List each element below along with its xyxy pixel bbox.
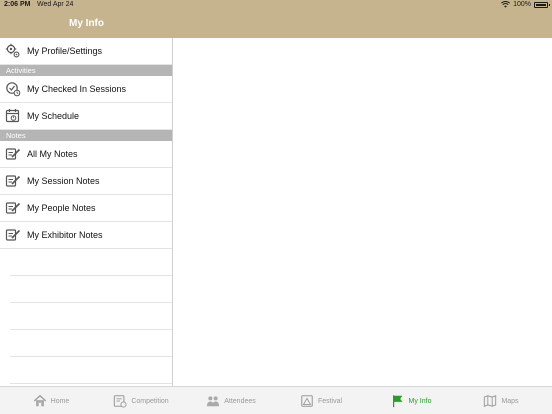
note-edit-icon <box>5 148 21 160</box>
tab-label: Festival <box>317 397 343 405</box>
home-icon <box>33 394 46 407</box>
festival-icon <box>301 395 313 407</box>
note-edit-icon <box>5 202 21 214</box>
battery-icon <box>534 1 550 8</box>
tab-festival[interactable]: Festival <box>276 387 366 414</box>
settings-gears-icon <box>5 43 20 58</box>
tab-label: Competition <box>131 397 169 405</box>
empty-row <box>10 249 172 276</box>
empty-row <box>10 357 172 384</box>
page-title: My Info <box>69 18 104 29</box>
flag-icon <box>392 395 402 408</box>
people-icon <box>207 396 220 407</box>
sidebar-item-label: My People Notes <box>27 203 96 213</box>
tab-my-info[interactable]: My Info <box>366 387 456 414</box>
tab-label: Home <box>50 397 70 405</box>
sidebar-item-profile-settings[interactable]: My Profile/Settings <box>0 38 172 65</box>
competition-icon <box>114 395 127 408</box>
sidebar-item-checked-in-sessions[interactable]: My Checked In Sessions <box>0 76 172 103</box>
status-right: 100% <box>501 1 550 8</box>
sidebar-item-label: My Schedule <box>27 111 80 121</box>
sidebar-item-label: My Checked In Sessions <box>27 84 127 94</box>
detail-pane <box>174 38 552 386</box>
status-time: 2:06 PM <box>4 1 31 8</box>
sidebar-item-schedule[interactable]: My Schedule <box>0 103 172 130</box>
tab-label: Maps <box>501 397 519 405</box>
sidebar-item-all-notes[interactable]: All My Notes <box>0 141 172 168</box>
empty-row <box>10 303 172 330</box>
calendar-icon <box>5 109 20 123</box>
tab-label: My Info <box>408 397 432 405</box>
section-header-notes: Notes <box>0 130 172 141</box>
sidebar-item-label: All My Notes <box>27 149 78 159</box>
tab-label: Attendees <box>224 397 256 405</box>
sidebar: My Profile/Settings Activities My Checke… <box>0 38 173 386</box>
section-header-activities: Activities <box>0 65 172 76</box>
sidebar-item-label: My Session Notes <box>27 176 100 186</box>
tab-bar: Home Competition Attendees Festival My I… <box>0 386 552 414</box>
battery-percent: 100% <box>513 1 531 8</box>
tab-attendees[interactable]: Attendees <box>186 387 276 414</box>
wifi-icon <box>501 1 511 8</box>
empty-row <box>10 276 172 303</box>
sidebar-item-label: My Profile/Settings <box>27 46 103 56</box>
tab-maps[interactable]: Maps <box>456 387 546 414</box>
tab-competition[interactable]: Competition <box>96 387 186 414</box>
sidebar-item-session-notes[interactable]: My Session Notes <box>0 168 172 195</box>
battery-level <box>536 3 546 6</box>
sidebar-item-label: My Exhibitor Notes <box>27 230 103 240</box>
note-edit-icon <box>5 229 21 241</box>
sidebar-item-people-notes[interactable]: My People Notes <box>0 195 172 222</box>
note-edit-icon <box>5 175 21 187</box>
empty-row <box>10 330 172 357</box>
tab-home[interactable]: Home <box>6 387 96 414</box>
check-in-icon <box>6 82 21 97</box>
status-bar: 2:06 PM Wed Apr 24 100% <box>0 0 552 11</box>
map-icon <box>484 395 497 407</box>
nav-header: My Info <box>0 11 552 38</box>
sidebar-item-exhibitor-notes[interactable]: My Exhibitor Notes <box>0 222 172 249</box>
status-date: Wed Apr 24 <box>37 1 74 8</box>
